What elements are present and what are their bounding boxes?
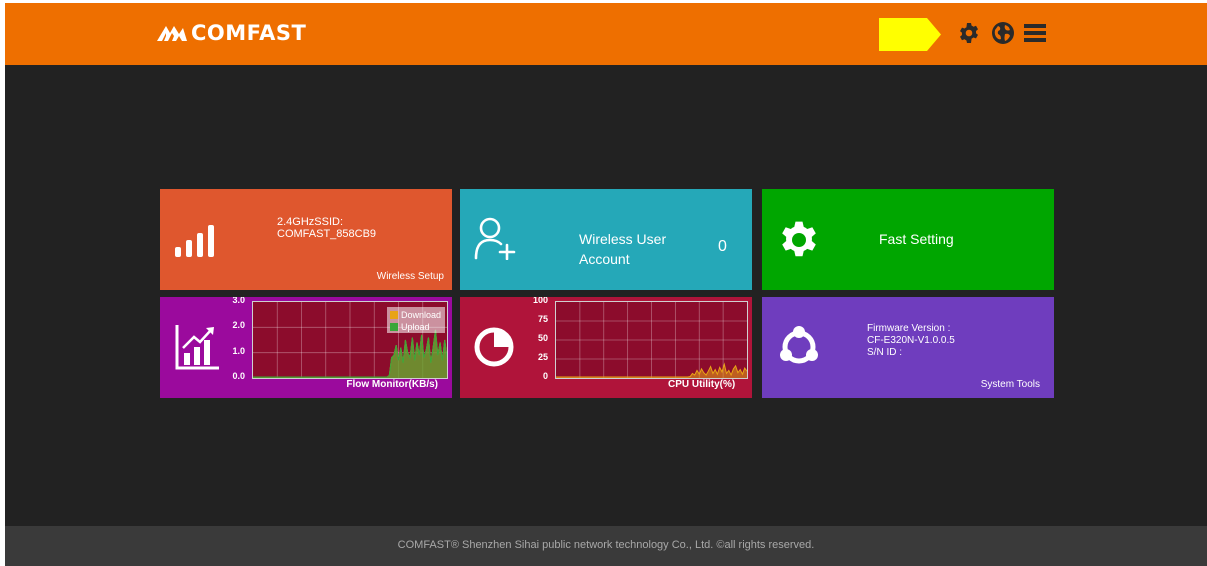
legend-label-download: Download	[401, 309, 442, 320]
brand-logo[interactable]: COMFAST	[157, 22, 306, 44]
ssid-label: 2.4GHzSSID:	[277, 216, 344, 228]
serial-id-label: S/N ID :	[867, 347, 903, 358]
ssid-value: COMFAST_858CB9	[277, 228, 377, 240]
pie-chart-icon	[474, 327, 514, 367]
system-tools-title: System Tools	[980, 379, 1040, 390]
fast-setting-tile[interactable]: Fast Setting	[762, 189, 1054, 290]
wireless-setup-tile[interactable]: 2.4GHzSSID: COMFAST_858CB9 Wireless Setu…	[160, 189, 452, 290]
flow-legend: Download Upload	[387, 307, 445, 333]
footer: COMFAST® Shenzhen Sihai public network t…	[5, 526, 1207, 566]
gear-icon[interactable]	[957, 21, 981, 45]
comfast-logo-icon	[157, 26, 187, 41]
copyright-text: COMFAST® Shenzhen Sihai public network t…	[397, 539, 815, 551]
legend-item-upload: Upload	[390, 321, 430, 332]
cpu-utility-chart	[555, 301, 748, 379]
flow-monitor-title: Flow Monitor(KB/s)	[346, 379, 438, 390]
flow-y-tick: 2.0	[232, 320, 245, 330]
add-user-icon	[474, 217, 516, 260]
legend-swatch-download	[390, 310, 398, 319]
flow-y-tick: 0.0	[232, 371, 245, 381]
wireless-user-account-tile[interactable]: Wireless User Account 0	[460, 189, 752, 290]
flow-y-tick: 3.0	[232, 297, 245, 305]
language-flag-icon[interactable]	[879, 18, 941, 51]
legend-item-download: Download	[390, 309, 441, 320]
menu-icon[interactable]	[1023, 21, 1047, 45]
fast-setting-title: Fast Setting	[879, 231, 954, 247]
firmware-label: Firmware Version :	[867, 323, 951, 334]
flow-y-tick: 1.0	[232, 346, 245, 356]
cpu-y-tick: 25	[537, 352, 548, 362]
cpu-utility-title: CPU Utility(%)	[668, 379, 736, 390]
wireless-setup-title: Wireless Setup	[376, 271, 444, 282]
cpu-y-tick: 75	[537, 314, 548, 324]
signal-bars-icon	[175, 225, 214, 257]
cpu-y-tick: 0	[542, 371, 548, 381]
cpu-y-tick: 50	[537, 333, 548, 343]
wireless-user-count: 0	[718, 238, 727, 255]
legend-swatch-upload	[390, 322, 398, 331]
cpu-y-tick: 100	[532, 297, 548, 305]
globe-icon[interactable]	[991, 21, 1015, 45]
system-tools-tile[interactable]: Firmware Version : CF-E320N-V1.0.0.5 S/N…	[762, 297, 1054, 398]
growth-chart-icon	[175, 325, 219, 370]
firmware-value: CF-E320N-V1.0.0.5	[867, 335, 955, 346]
wireless-user-title-line2: Account	[579, 251, 630, 267]
legend-label-upload: Upload	[401, 321, 430, 332]
brand-name: COMFAST	[191, 21, 307, 45]
wireless-user-title-line1: Wireless User	[579, 231, 667, 247]
gear-icon	[782, 221, 816, 257]
share-circle-icon	[780, 326, 818, 364]
